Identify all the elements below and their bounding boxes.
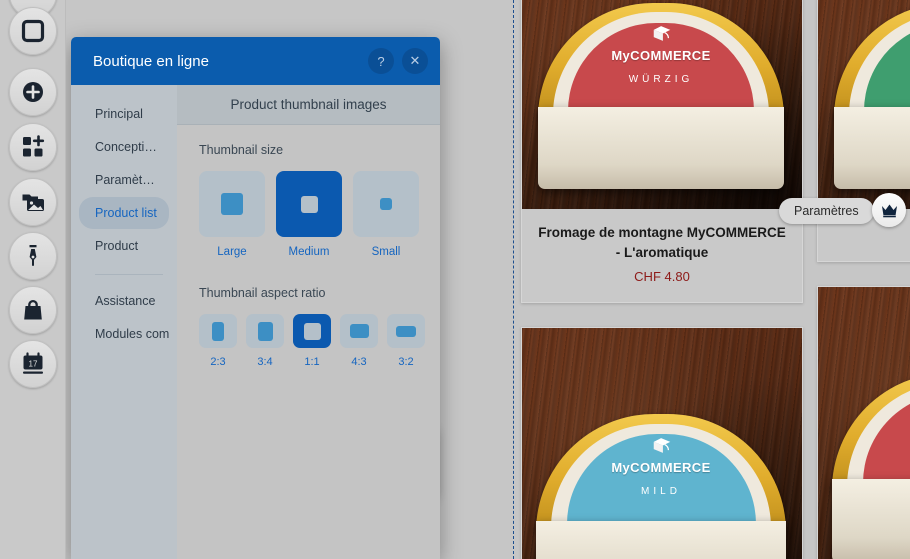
thumbnail-size-option-small[interactable]: Small bbox=[353, 171, 419, 258]
cheese-photo bbox=[832, 372, 910, 559]
sidebar-item-conception[interactable]: Concepti… bbox=[71, 131, 169, 163]
dialog-header: Boutique en ligne ? ✕ bbox=[71, 37, 440, 85]
product-price: CHF 4.80 bbox=[634, 269, 690, 285]
add-element-button[interactable] bbox=[9, 68, 57, 116]
add-widget-button[interactable] bbox=[9, 123, 57, 171]
sidebar-divider bbox=[95, 274, 163, 275]
help-button[interactable]: ? bbox=[368, 48, 394, 74]
aspect-ratio-options: 2:3 3:4 1:1 4:3 3:2 bbox=[199, 314, 425, 368]
shape-tool-button[interactable] bbox=[9, 7, 57, 55]
option-label: 3:2 bbox=[398, 356, 414, 368]
product-info: Fromage de montagne MyCOMMERCE - L'aroma… bbox=[522, 209, 802, 302]
sidebar-item-parametres[interactable]: Paramèt… bbox=[71, 164, 169, 196]
thumbnail-size-option-large[interactable]: Large bbox=[199, 171, 265, 258]
thumbnail-size-label: Thumbnail size bbox=[199, 143, 284, 157]
dialog-sidebar: Principal Concepti… Paramèt… Product lis… bbox=[71, 85, 177, 559]
product-image bbox=[818, 286, 910, 559]
product-image: MyCOMMERCE MILD bbox=[522, 328, 802, 559]
product-column: Fromage de m bbox=[817, 0, 910, 559]
brand-mark-icon bbox=[653, 438, 671, 453]
option-label: 3:4 bbox=[257, 356, 273, 368]
crown-icon bbox=[881, 204, 897, 217]
sidebar-item-modules[interactable]: Modules compl bbox=[71, 318, 169, 350]
media-library-icon bbox=[22, 194, 44, 211]
left-toolbar: 17 bbox=[0, 0, 66, 559]
option-label: Medium bbox=[288, 246, 330, 258]
option-label: 4:3 bbox=[351, 356, 367, 368]
close-button[interactable]: ✕ bbox=[402, 48, 428, 74]
dialog-body: Principal Concepti… Paramèt… Product lis… bbox=[71, 85, 440, 559]
aspect-ratio-option-2-3[interactable]: 2:3 bbox=[199, 314, 237, 368]
product-grid: MyCOMMERCE WÜRZIG Fromage de montagne My… bbox=[521, 0, 910, 559]
cheese-photo: MyCOMMERCE WÜRZIG bbox=[538, 3, 784, 189]
dialog-content: Product thumbnail images Thumbnail size … bbox=[177, 85, 440, 559]
cheese-photo: MyCOMMERCE MILD bbox=[536, 414, 786, 559]
brand-mark-icon bbox=[653, 26, 671, 42]
app-root: MyCOMMERCE WÜRZIG Fromage de montagne My… bbox=[0, 0, 910, 559]
product-image bbox=[818, 0, 910, 209]
product-column: MyCOMMERCE WÜRZIG Fromage de montagne My… bbox=[521, 0, 803, 559]
aspect-ratio-option-3-2[interactable]: 3:2 bbox=[387, 314, 425, 368]
cheese-photo bbox=[834, 3, 910, 189]
product-title: Fromage de montagne MyCOMMERCE - L'aroma… bbox=[538, 225, 786, 260]
pen-nib-icon bbox=[29, 245, 37, 266]
bookings-tool-button[interactable]: 17 bbox=[9, 340, 57, 388]
option-label: Small bbox=[371, 246, 401, 258]
settings-dialog: Boutique en ligne ? ✕ Principal Concepti… bbox=[71, 37, 440, 559]
option-label: Large bbox=[217, 246, 247, 258]
product-card[interactable]: MyCOMMERCE WÜRZIG Fromage de montagne My… bbox=[521, 0, 803, 304]
sidebar-item-principal[interactable]: Principal bbox=[71, 98, 169, 130]
dialog-title: Boutique en ligne bbox=[93, 52, 209, 70]
option-label: 1:1 bbox=[304, 356, 320, 368]
shopping-bag-icon bbox=[24, 299, 42, 320]
cheese-variant: WÜRZIG bbox=[628, 73, 694, 85]
sidebar-item-product[interactable]: Product bbox=[71, 230, 169, 262]
svg-text:17: 17 bbox=[29, 360, 38, 369]
aspect-ratio-option-1-1[interactable]: 1:1 bbox=[293, 314, 331, 368]
design-pen-button[interactable] bbox=[9, 232, 57, 280]
cheese-variant: MILD bbox=[641, 486, 681, 498]
product-title: Fromage de m bbox=[834, 223, 910, 243]
sidebar-item-product-list[interactable]: Product list bbox=[79, 197, 169, 229]
aspect-ratio-option-3-4[interactable]: 3:4 bbox=[246, 314, 284, 368]
product-card[interactable]: MyCOMMERCE MILD bbox=[521, 327, 803, 559]
add-widget-icon bbox=[23, 135, 45, 157]
option-label: 2:3 bbox=[210, 356, 226, 368]
aspect-ratio-label: Thumbnail aspect ratio bbox=[199, 286, 326, 300]
shop-tool-button[interactable] bbox=[9, 286, 57, 334]
media-library-button[interactable] bbox=[9, 178, 57, 226]
calendar-icon: 17 bbox=[23, 352, 43, 374]
thumbnail-settings: Thumbnail size Large Medium Small Thumbn… bbox=[177, 125, 440, 376]
plus-circle-icon bbox=[23, 82, 43, 102]
layout-guide-line bbox=[513, 0, 514, 559]
cheese-brand: MyCOMMERCE bbox=[611, 47, 711, 63]
square-icon bbox=[21, 19, 45, 43]
cheese-brand: MyCOMMERCE bbox=[611, 459, 711, 475]
product-image: MyCOMMERCE WÜRZIG bbox=[522, 0, 802, 209]
upgrade-crown-button[interactable] bbox=[872, 193, 906, 227]
sidebar-item-assistance[interactable]: Assistance bbox=[71, 285, 169, 317]
product-card[interactable] bbox=[817, 285, 910, 559]
thumbnail-size-options: Large Medium Small bbox=[199, 171, 419, 258]
aspect-ratio-option-4-3[interactable]: 4:3 bbox=[340, 314, 378, 368]
thumbnail-size-option-medium[interactable]: Medium bbox=[276, 171, 342, 258]
settings-tooltip: Paramètres bbox=[779, 198, 874, 224]
section-title-thumbnails: Product thumbnail images bbox=[177, 85, 440, 125]
